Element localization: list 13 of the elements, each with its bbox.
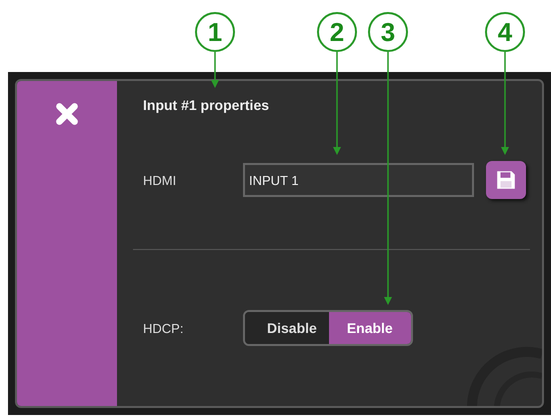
field-label: HDMI bbox=[142, 172, 178, 188]
callout-number: 4 bbox=[485, 12, 525, 52]
toggle-option[interactable]: Disable bbox=[245, 312, 329, 344]
save-button[interactable] bbox=[486, 161, 526, 199]
toggle-option[interactable]: Enable bbox=[328, 312, 411, 344]
dialog-title: Input #1 properties bbox=[142, 97, 270, 113]
callout-number: 3 bbox=[368, 12, 408, 52]
callout-number: 2 bbox=[317, 12, 357, 52]
name-input-field[interactable]: INPUT 1 bbox=[243, 163, 474, 197]
callout-number: 1 bbox=[195, 12, 235, 52]
callout-arrow bbox=[210, 52, 220, 88]
field-label: HDCP: bbox=[142, 320, 184, 336]
close-icon[interactable] bbox=[54, 101, 80, 127]
